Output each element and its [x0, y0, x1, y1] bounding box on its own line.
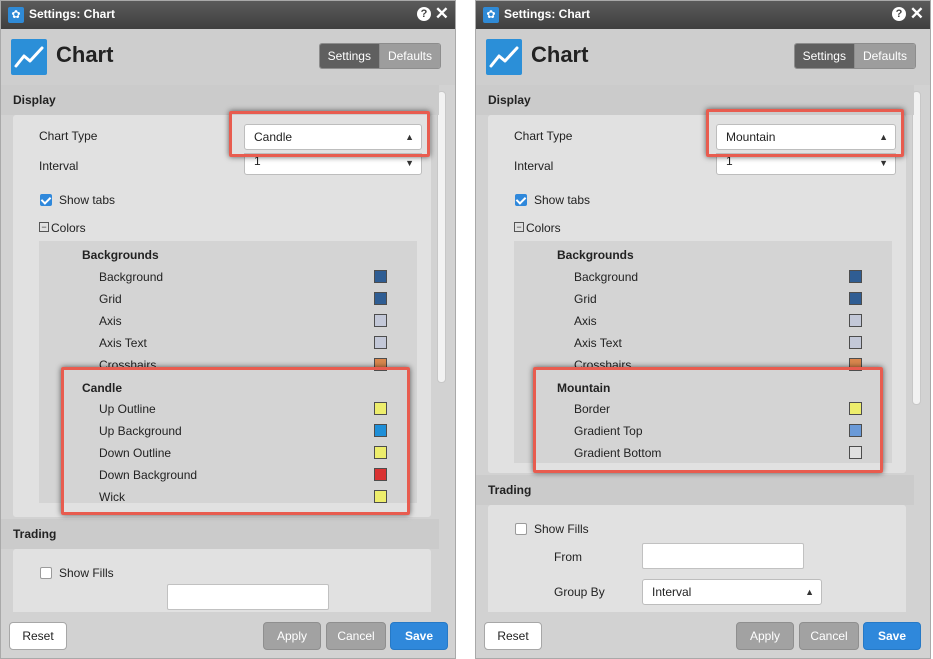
show-fills-label: Show Fills	[59, 566, 114, 580]
highlight-chart-type	[706, 109, 904, 157]
tab-settings[interactable]: Settings	[794, 44, 854, 68]
interval-label: Interval	[39, 159, 79, 173]
group-by-label: Group By	[554, 585, 605, 599]
chart-type-label: Chart Type	[514, 129, 573, 143]
scrollbar[interactable]	[912, 91, 921, 405]
reset-button[interactable]: Reset	[9, 622, 67, 650]
color-swatch[interactable]	[849, 270, 862, 283]
dialog-header: Chart Settings Defaults	[476, 29, 930, 85]
close-icon[interactable]: ✕	[910, 4, 924, 24]
group-by-value: Interval	[652, 585, 692, 599]
from-label: From	[554, 550, 582, 564]
show-fills-checkbox[interactable]	[515, 523, 527, 535]
color-swatch[interactable]	[849, 336, 862, 349]
from-input[interactable]	[167, 584, 329, 610]
show-tabs-label: Show tabs	[59, 193, 116, 207]
trading-section: Show Fills From Group By Interval ▲	[488, 505, 906, 612]
color-row-label: Axis Text	[99, 336, 147, 350]
tab-defaults[interactable]: Defaults	[378, 44, 440, 68]
colors-label[interactable]: Colors	[51, 221, 86, 235]
color-row-label: Axis Text	[574, 336, 622, 350]
highlight-candle-colors	[61, 367, 410, 515]
color-row-label: Axis	[99, 314, 122, 328]
group-by-select[interactable]: Interval ▲	[642, 579, 822, 605]
color-swatch[interactable]	[849, 292, 862, 305]
settings-content: Display Chart Type Candle ▲▼ Interval 1 …	[1, 85, 455, 612]
color-row-label: Grid	[574, 292, 597, 306]
settings-dialog-mountain: ✿ Settings: Chart ? ✕ Chart Settings Def…	[475, 0, 931, 659]
show-tabs-checkbox[interactable]	[515, 194, 527, 206]
color-row-label: Background	[574, 270, 639, 284]
settings-gear-icon: ✿	[483, 7, 499, 23]
title-bar: ✿ Settings: Chart ? ✕	[476, 1, 930, 29]
color-swatch[interactable]	[374, 314, 387, 327]
dialog-footer: Reset Apply Cancel Save	[476, 612, 930, 658]
dialog-footer: Reset Apply Cancel Save	[1, 612, 455, 658]
show-fills-checkbox[interactable]	[40, 567, 52, 579]
help-icon[interactable]: ?	[892, 7, 906, 21]
color-swatch[interactable]	[374, 292, 387, 305]
section-trading-header[interactable]: Trading	[476, 475, 914, 505]
color-swatch[interactable]	[849, 314, 862, 327]
line-chart-icon	[486, 39, 522, 75]
interval-label: Interval	[514, 159, 554, 173]
scrollbar[interactable]	[437, 91, 446, 383]
section-trading-header[interactable]: Trading	[1, 519, 439, 549]
collapse-minus-icon[interactable]: −	[39, 222, 49, 232]
cancel-button[interactable]: Cancel	[799, 622, 859, 650]
help-icon[interactable]: ?	[417, 7, 431, 21]
settings-gear-icon: ✿	[8, 7, 24, 23]
reset-button[interactable]: Reset	[484, 622, 542, 650]
settings-content: Display Chart Type Mountain ▲▼ Interval …	[476, 85, 930, 612]
settings-defaults-toggle: Settings Defaults	[318, 43, 441, 69]
color-row-label: Axis	[574, 314, 597, 328]
page-title: Chart	[56, 42, 114, 67]
trading-section: Show Fills	[13, 549, 431, 612]
save-button[interactable]: Save	[390, 622, 448, 650]
dialog-header: Chart Settings Defaults	[1, 29, 455, 85]
settings-defaults-toggle: Settings Defaults	[793, 43, 916, 69]
backgrounds-title: Backgrounds	[557, 248, 634, 262]
highlight-mountain-colors	[533, 367, 883, 473]
from-input[interactable]	[642, 543, 804, 569]
show-fills-label: Show Fills	[534, 522, 589, 536]
title-bar: ✿ Settings: Chart ? ✕	[1, 1, 455, 29]
save-button[interactable]: Save	[863, 622, 921, 650]
window-title: Settings: Chart	[504, 7, 591, 21]
highlight-chart-type	[229, 111, 430, 157]
line-chart-icon	[11, 39, 47, 75]
chart-type-label: Chart Type	[39, 129, 98, 143]
window-title: Settings: Chart	[29, 7, 116, 21]
cancel-button[interactable]: Cancel	[326, 622, 386, 650]
apply-button[interactable]: Apply	[263, 622, 321, 650]
collapse-minus-icon[interactable]: −	[514, 222, 524, 232]
page-title: Chart	[531, 42, 589, 67]
settings-dialog-candle: ✿ Settings: Chart ? ✕ Chart Settings Def…	[0, 0, 456, 659]
colors-label[interactable]: Colors	[526, 221, 561, 235]
backgrounds-title: Backgrounds	[82, 248, 159, 262]
tab-settings[interactable]: Settings	[319, 44, 379, 68]
color-row-label: Background	[99, 270, 164, 284]
select-arrows-icon: ▲	[805, 587, 814, 597]
show-tabs-label: Show tabs	[534, 193, 591, 207]
tab-defaults[interactable]: Defaults	[853, 44, 915, 68]
color-row-label: Grid	[99, 292, 122, 306]
color-swatch[interactable]	[374, 336, 387, 349]
color-swatch[interactable]	[374, 270, 387, 283]
close-icon[interactable]: ✕	[435, 4, 449, 24]
apply-button[interactable]: Apply	[736, 622, 794, 650]
show-tabs-checkbox[interactable]	[40, 194, 52, 206]
